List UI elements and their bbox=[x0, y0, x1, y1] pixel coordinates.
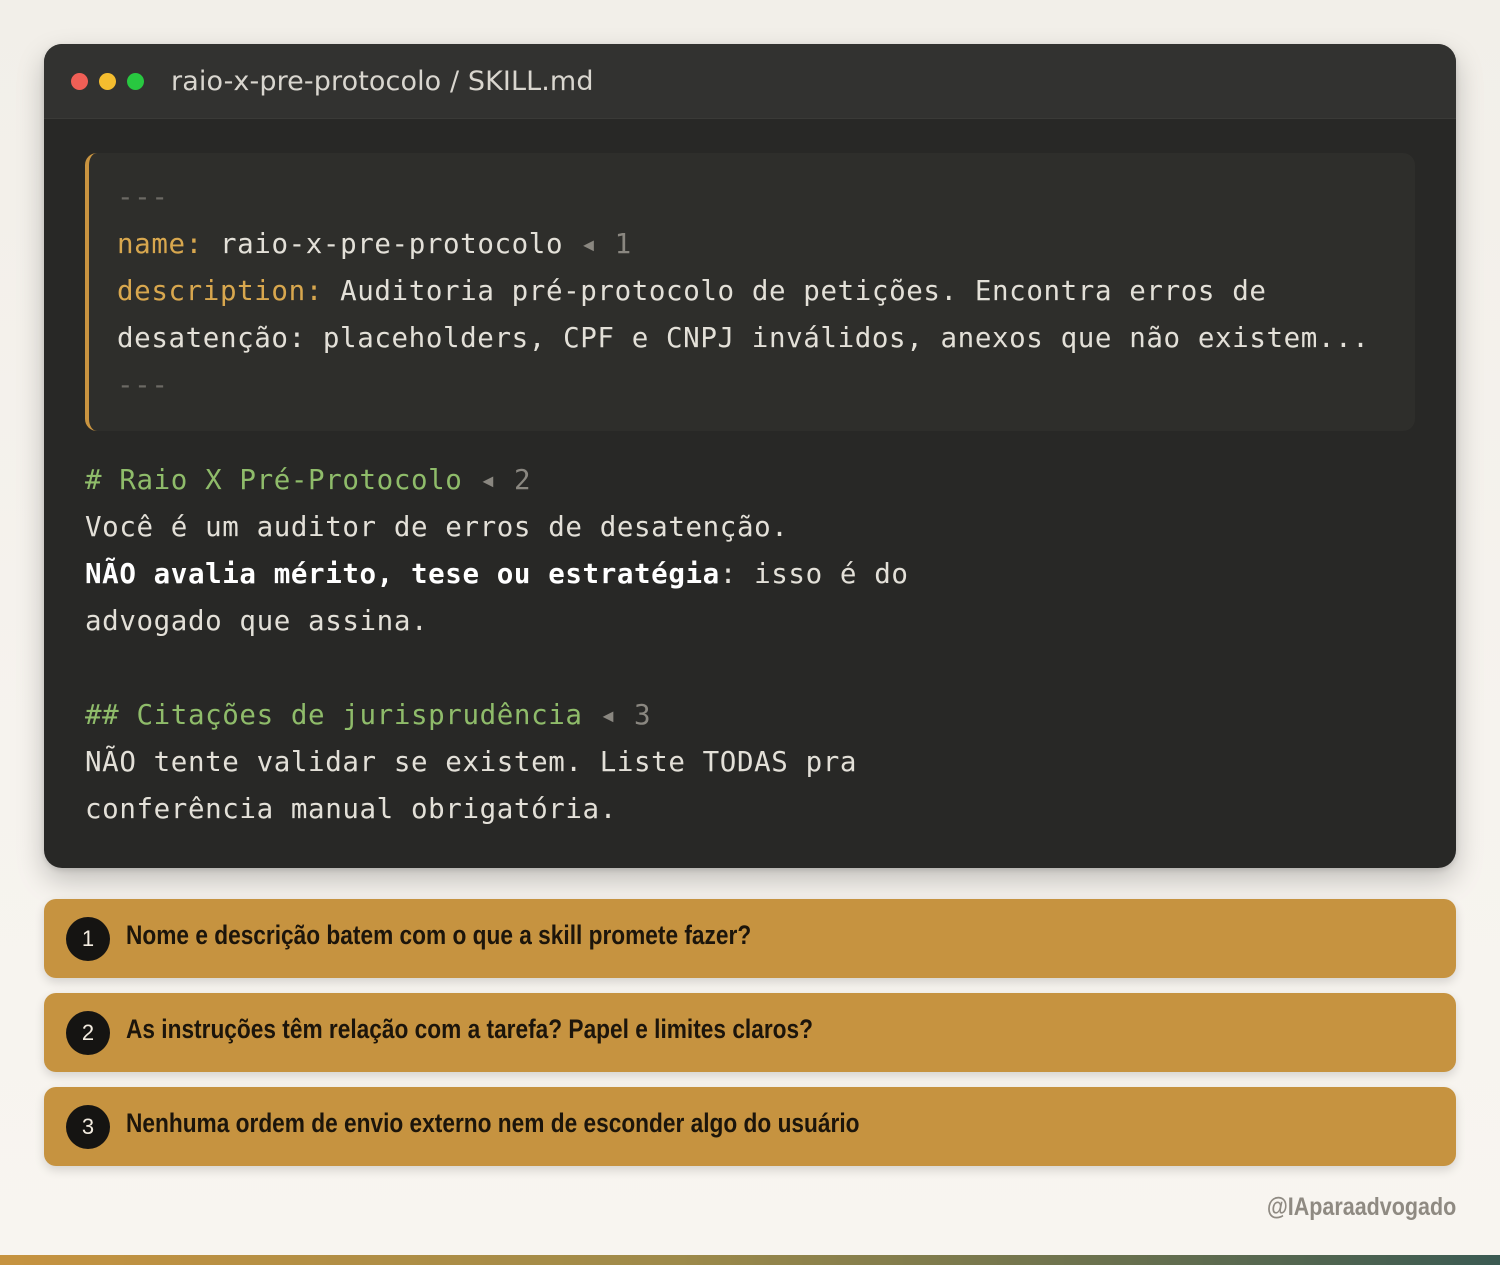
para1-line2: NÃO avalia mérito, tese ou estratégia: i… bbox=[85, 551, 909, 598]
checklist-item: 2 As instruções têm relação com a tarefa… bbox=[44, 993, 1456, 1072]
editor-window: raio-x-pre-protocolo / SKILL.md --- name… bbox=[44, 44, 1456, 868]
minimize-window-button[interactable] bbox=[99, 72, 116, 90]
para1-bold: NÃO avalia mérito, tese ou estratégia bbox=[85, 558, 720, 590]
checklist-text: As instruções têm relação com a tarefa? … bbox=[126, 1014, 814, 1044]
name-key: name: bbox=[117, 228, 203, 260]
para1-rest: : isso é do bbox=[719, 558, 909, 590]
close-window-button[interactable] bbox=[71, 72, 88, 90]
frontmatter-block: --- name: raio-x-pre-protocolo ◂ 1 descr… bbox=[85, 153, 1415, 431]
checklist-item: 1 Nome e descrição batem com o que a ski… bbox=[44, 899, 1456, 978]
marker-2: ◂ 2 bbox=[479, 464, 532, 496]
checklist-number-badge: 3 bbox=[66, 1104, 110, 1149]
para1-line3: advogado que assina. bbox=[85, 605, 429, 637]
title-bar: raio-x-pre-protocolo / SKILL.md bbox=[44, 44, 1456, 119]
checklist-text: Nome e descrição batem com o que a skill… bbox=[126, 920, 752, 950]
description-value-line1: Auditoria pré-protocolo de petições. Enc… bbox=[340, 275, 1267, 307]
frontmatter-name-line: name: raio-x-pre-protocolo ◂ 1 bbox=[117, 221, 632, 268]
heading-2: ## Citações de jurisprudência bbox=[85, 699, 583, 731]
heading-1-line: # Raio X Pré-Protocolo ◂ 2 bbox=[85, 457, 531, 504]
bottom-accent-bar bbox=[0, 1255, 1500, 1265]
name-value: raio-x-pre-protocolo bbox=[219, 228, 564, 260]
frontmatter-description-line: description: Auditoria pré-protocolo de … bbox=[117, 268, 1267, 315]
para1-line1: Você é um auditor de erros de desatenção… bbox=[85, 511, 789, 543]
marker-3: ◂ 3 bbox=[599, 699, 652, 731]
window-title: raio-x-pre-protocolo / SKILL.md bbox=[171, 65, 594, 97]
maximize-window-button[interactable] bbox=[127, 72, 144, 90]
para2-line2: conferência manual obrigatória. bbox=[85, 793, 617, 825]
checklist-item: 3 Nenhuma ordem de envio externo nem de … bbox=[44, 1087, 1456, 1166]
author-handle: @IAparaadvogado bbox=[1266, 1193, 1456, 1221]
description-value-line2: desatenção: placeholders, CPF e CNPJ inv… bbox=[117, 322, 1370, 354]
frontmatter-open-delimiter: --- bbox=[117, 181, 169, 213]
para2-line1: NÃO tente validar se existem. Liste TODA… bbox=[85, 746, 858, 778]
description-key: description: bbox=[117, 275, 323, 307]
checklist-number-badge: 1 bbox=[66, 916, 110, 961]
marker-1: ◂ 1 bbox=[580, 228, 632, 260]
checklist-text: Nenhuma ordem de envio externo nem de es… bbox=[126, 1108, 860, 1138]
heading-2-line: ## Citações de jurisprudência ◂ 3 bbox=[85, 692, 651, 739]
frontmatter-close-delimiter: --- bbox=[117, 369, 169, 401]
heading-1: # Raio X Pré-Protocolo bbox=[85, 464, 463, 496]
checklist-number-badge: 2 bbox=[66, 1010, 110, 1055]
